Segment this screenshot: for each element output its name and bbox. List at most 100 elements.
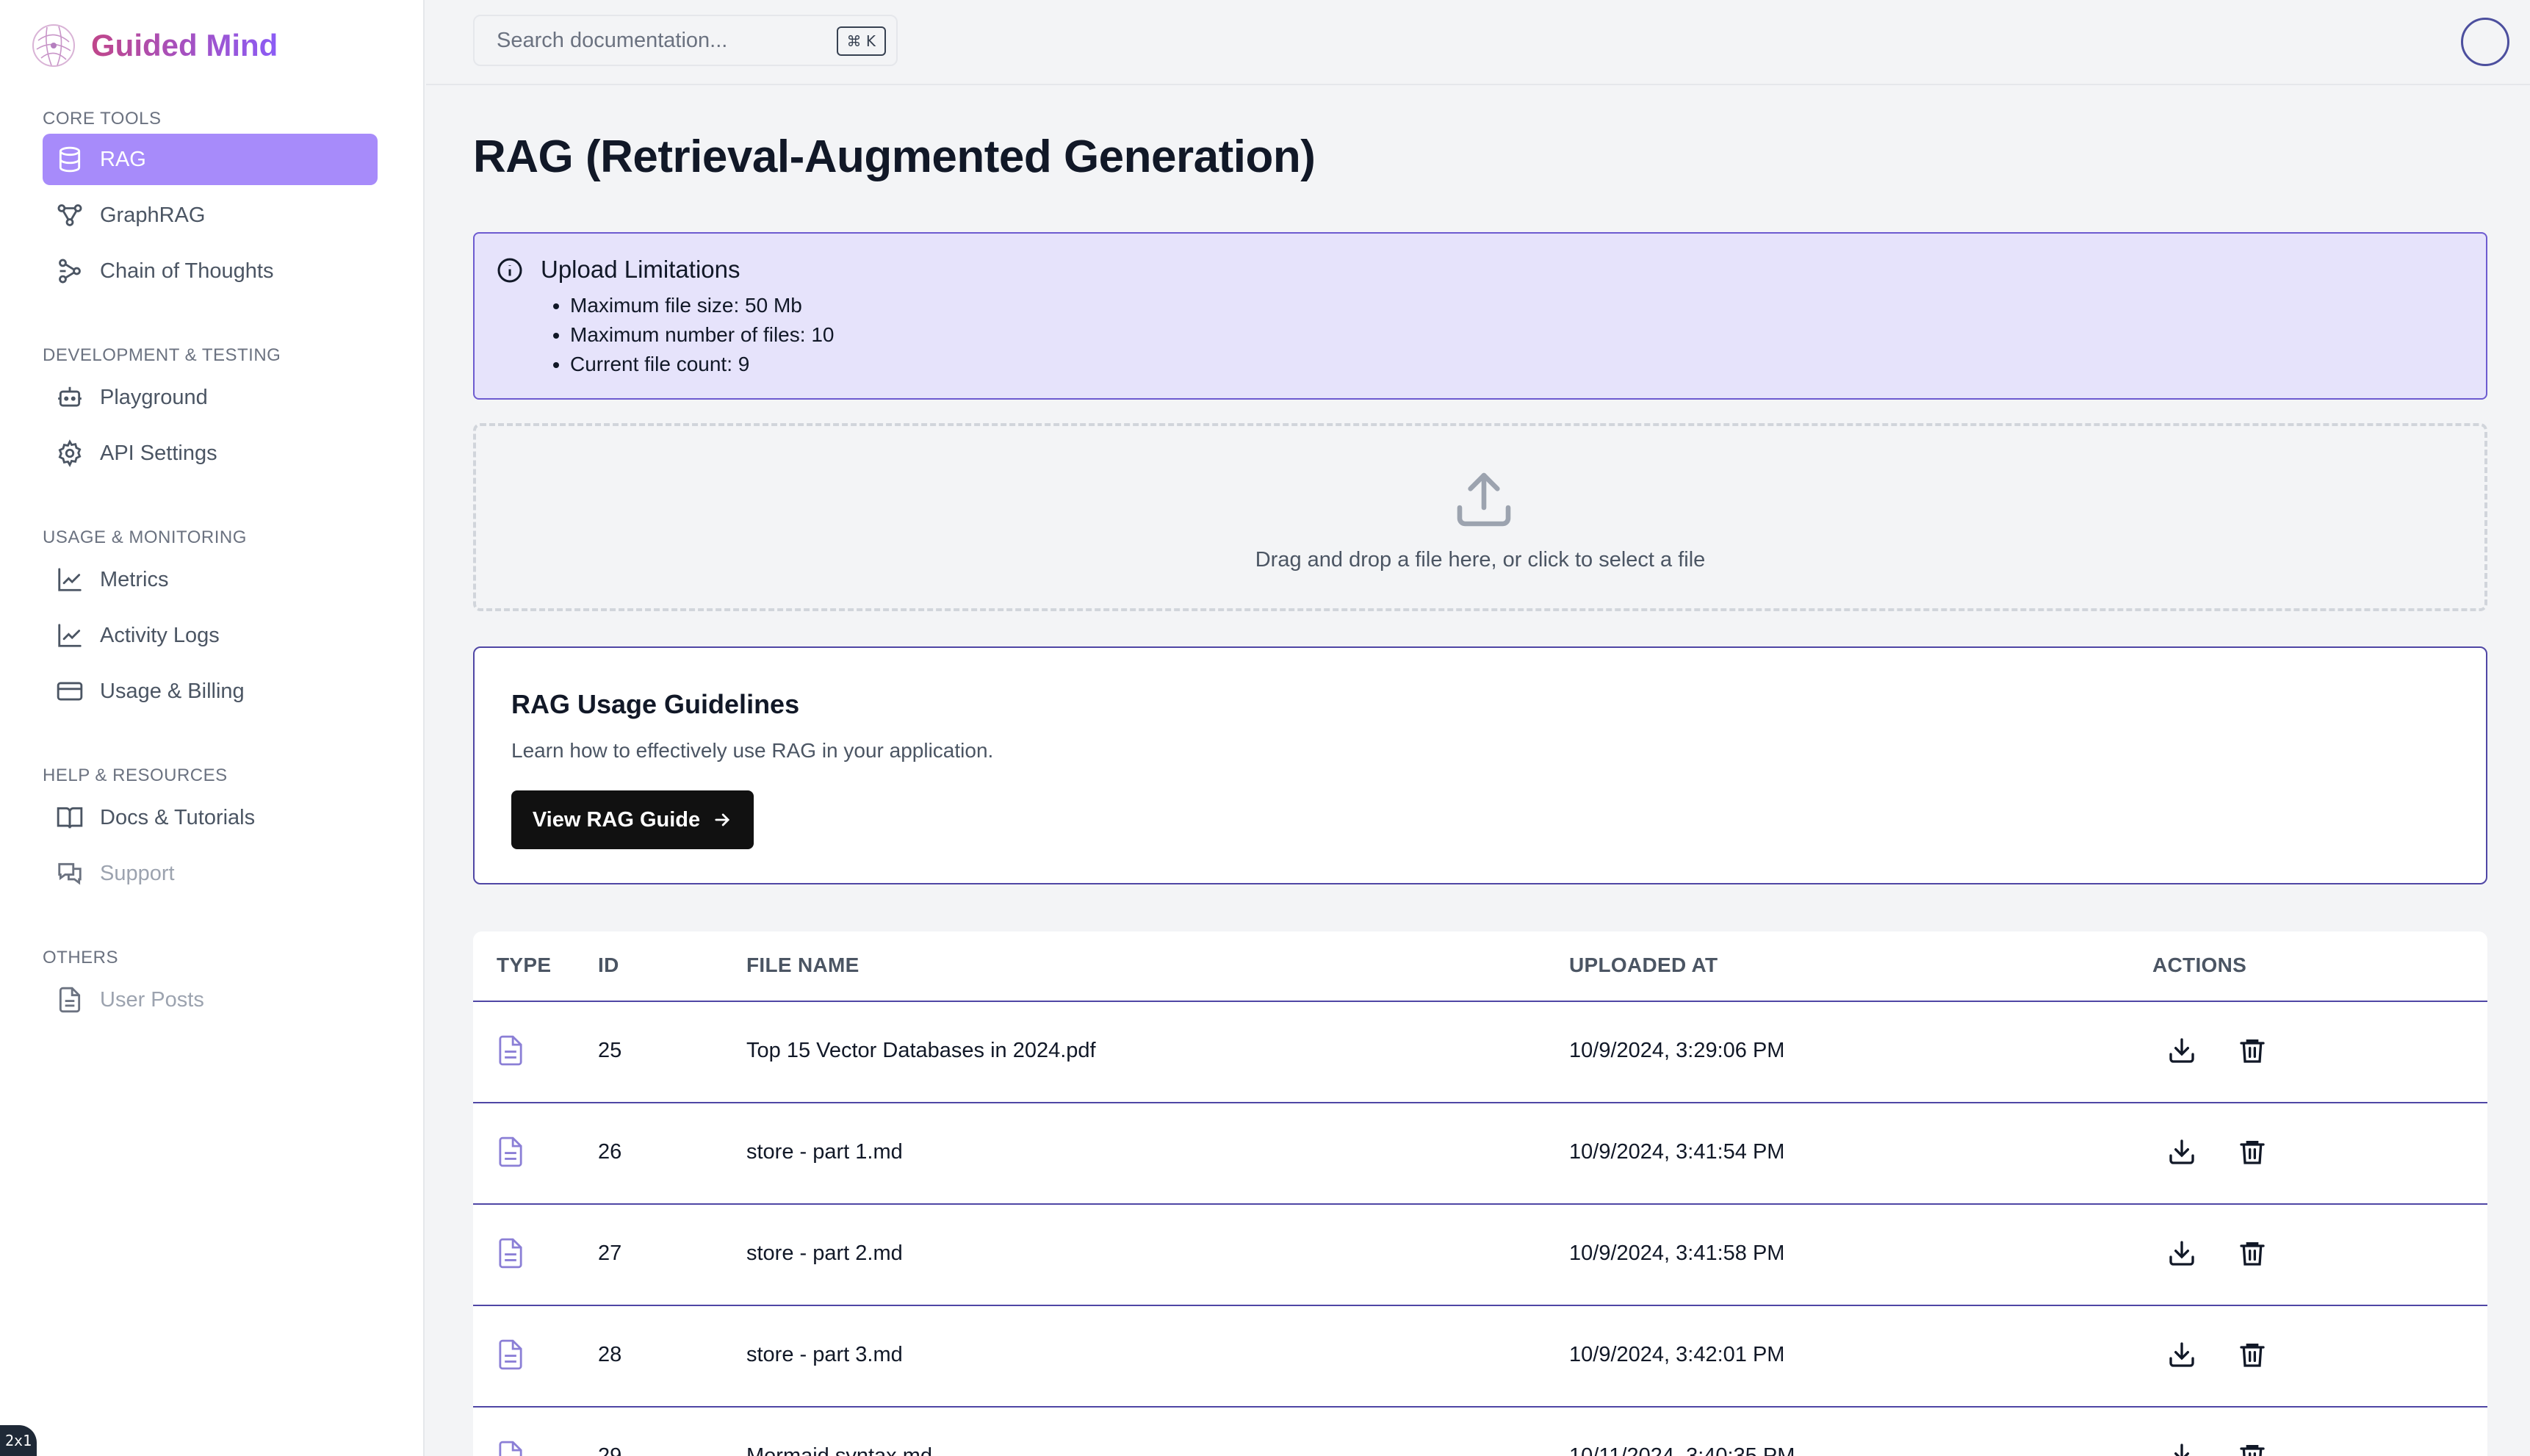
column-header-type: TYPE [497, 954, 552, 976]
alert-list: Maximum file size: 50 Mb Maximum number … [570, 291, 834, 379]
table-row: 29 Mermaid syntax.md 10/11/2024, 3:40:35… [473, 1408, 2487, 1456]
sidebar: Guided Mind CORE TOOLS RAG GraphRAG Chai… [0, 0, 425, 1456]
topbar: ⌘ K [426, 0, 2530, 85]
line-chart-icon [58, 568, 82, 591]
cell-file-name: Top 15 Vector Databases in 2024.pdf [746, 1039, 1096, 1062]
sidebar-item-label: RAG [100, 147, 146, 171]
sidebar-item-label: Playground [100, 385, 208, 409]
table-row: 25 Top 15 Vector Databases in 2024.pdf 1… [473, 1002, 2487, 1103]
cell-uploaded-at: 10/9/2024, 3:41:58 PM [1569, 1241, 1785, 1265]
table-row: 28 store - part 3.md 10/9/2024, 3:42:01 … [473, 1306, 2487, 1408]
trash-icon[interactable] [2238, 1239, 2267, 1268]
brain-logo-icon [32, 24, 75, 67]
cell-id: 26 [598, 1140, 622, 1164]
file-text-icon [499, 1339, 522, 1370]
credit-card-icon [57, 682, 83, 701]
sidebar-item-label: API Settings [100, 441, 217, 465]
dropzone-text: Drag and drop a file here, or click to s… [1255, 548, 1706, 572]
search-box[interactable]: ⌘ K [473, 15, 898, 66]
nav-heading-dev-testing: DEVELOPMENT & TESTING [43, 345, 281, 365]
sidebar-item-user-posts[interactable]: User Posts [43, 974, 378, 1026]
chat-icon [58, 862, 82, 885]
bot-icon [58, 386, 82, 407]
column-header-uploaded-at: UPLOADED AT [1569, 954, 1718, 976]
view-rag-guide-button[interactable]: View RAG Guide [511, 790, 754, 849]
guide-title: RAG Usage Guidelines [511, 689, 800, 719]
sidebar-item-label: GraphRAG [100, 203, 206, 227]
line-chart-icon [58, 624, 82, 647]
trash-icon[interactable] [2238, 1036, 2267, 1065]
sidebar-item-label: Docs & Tutorials [100, 805, 256, 829]
cell-id: 28 [598, 1343, 622, 1366]
cell-file-name: store - part 1.md [746, 1140, 903, 1164]
book-icon [57, 807, 83, 829]
table-row: 27 store - part 2.md 10/9/2024, 3:41:58 … [473, 1205, 2487, 1306]
alert-list-item: Maximum file size: 50 Mb [570, 291, 834, 320]
sidebar-item-label: Activity Logs [100, 623, 220, 647]
info-icon [497, 258, 522, 283]
brand-name: Guided Mind [91, 28, 278, 62]
cell-id: 27 [598, 1241, 622, 1265]
cell-id: 29 [598, 1444, 622, 1456]
upload-icon [1457, 472, 1511, 527]
sidebar-item-label: Usage & Billing [100, 679, 245, 703]
sidebar-item-chain-of-thoughts[interactable]: Chain of Thoughts [43, 245, 378, 297]
search-shortcut-badge: ⌘ K [836, 26, 886, 56]
nav-heading-help-resources: HELP & RESOURCES [43, 765, 228, 785]
download-icon[interactable] [2167, 1340, 2196, 1369]
sidebar-item-metrics[interactable]: Metrics [43, 554, 378, 605]
nav-heading-core-tools: CORE TOOLS [43, 109, 162, 129]
download-icon[interactable] [2167, 1441, 2196, 1456]
file-text-icon [499, 1238, 522, 1269]
sidebar-item-api-settings[interactable]: API Settings [43, 428, 378, 479]
sidebar-item-playground[interactable]: Playground [43, 372, 378, 423]
sidebar-item-graphrag[interactable]: GraphRAG [43, 190, 378, 241]
file-text-icon [499, 1035, 522, 1066]
arrow-right-icon [715, 813, 730, 826]
files-table: TYPE ID FILE NAME UPLOADED AT ACTIONS 25… [473, 931, 2487, 1456]
sidebar-item-docs-tutorials[interactable]: Docs & Tutorials [43, 792, 378, 843]
graph-icon [57, 204, 82, 226]
column-header-id: ID [598, 954, 619, 976]
sidebar-item-rag[interactable]: RAG [43, 134, 378, 185]
file-text-icon [499, 1136, 522, 1167]
download-icon[interactable] [2167, 1137, 2196, 1167]
sidebar-item-label: Metrics [100, 567, 169, 591]
trash-icon[interactable] [2238, 1340, 2267, 1369]
trash-icon[interactable] [2238, 1441, 2267, 1456]
trash-icon[interactable] [2238, 1137, 2267, 1167]
sidebar-item-support[interactable]: Support [43, 848, 378, 899]
column-header-actions: ACTIONS [2152, 954, 2247, 976]
button-label: View RAG Guide [532, 807, 701, 832]
workflow-icon [59, 259, 81, 284]
download-icon[interactable] [2167, 1036, 2196, 1065]
dev-badge[interactable]: 2x1 [0, 1425, 37, 1456]
rag-guidelines-card: RAG Usage Guidelines Learn how to effect… [473, 646, 2487, 884]
document-icon [59, 987, 81, 1013]
sidebar-item-label: Chain of Thoughts [100, 259, 274, 283]
search-input[interactable] [497, 28, 827, 53]
file-text-icon [499, 1441, 522, 1456]
cell-uploaded-at: 10/9/2024, 3:29:06 PM [1569, 1039, 1785, 1062]
file-dropzone[interactable]: Drag and drop a file here, or click to s… [473, 423, 2487, 611]
upload-limitations-alert: Upload Limitations Maximum file size: 50… [473, 232, 2487, 400]
nav-heading-others: OTHERS [43, 948, 119, 967]
cell-file-name: store - part 2.md [746, 1241, 903, 1265]
alert-list-item: Maximum number of files: 10 [570, 320, 834, 350]
cell-id: 25 [598, 1039, 622, 1062]
cell-uploaded-at: 10/11/2024, 3:40:35 PM [1569, 1444, 1795, 1456]
avatar[interactable] [2461, 18, 2509, 66]
download-icon[interactable] [2167, 1239, 2196, 1268]
alert-title: Upload Limitations [541, 256, 740, 283]
column-header-file-name: FILE NAME [746, 954, 859, 976]
table-row: 26 store - part 1.md 10/9/2024, 3:41:54 … [473, 1103, 2487, 1205]
nav-heading-usage-monitoring: USAGE & MONITORING [43, 527, 247, 547]
brand[interactable]: Guided Mind [31, 22, 278, 69]
cell-file-name: store - part 3.md [746, 1343, 903, 1366]
sidebar-item-activity-logs[interactable]: Activity Logs [43, 610, 378, 661]
alert-list-item: Current file count: 9 [570, 350, 834, 379]
database-icon [59, 146, 81, 173]
sidebar-item-usage-billing[interactable]: Usage & Billing [43, 666, 378, 717]
guide-description: Learn how to effectively use RAG in your… [511, 739, 994, 762]
sidebar-item-label: Support [100, 861, 175, 885]
